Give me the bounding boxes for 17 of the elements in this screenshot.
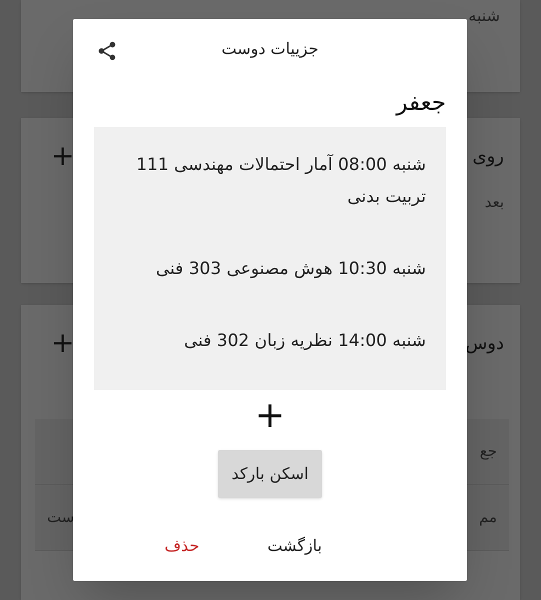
card-title: دوس — [465, 332, 504, 356]
scan-barcode-button[interactable]: اسکن بارکد — [218, 450, 322, 498]
add-button[interactable]: + — [254, 396, 286, 436]
table-cell-text: مم — [478, 507, 497, 528]
class-entry: شنبه 08:00 آمار احتمالات مهندسی 111 تربیت بدنی — [135, 153, 426, 209]
dialog-action-button[interactable]: حذف — [164, 534, 200, 558]
card-subtitle: بعد — [484, 193, 504, 211]
class-entry: شنبه 10:30 هوش مصنوعی 303 فنی — [154, 258, 426, 281]
table-cell-text: ست — [47, 507, 74, 528]
card-title: روی — [472, 144, 504, 168]
dialog-action-button[interactable]: بازگشت — [267, 534, 322, 558]
table-cell-text: جع — [480, 441, 497, 462]
friend-name: جعفر — [396, 88, 446, 118]
schedule-text: شنبه — [468, 6, 500, 25]
class-entry: شنبه 14:00 نظریه زبان 302 فنی — [182, 330, 426, 353]
dialog-title: جزییات دوست — [222, 38, 318, 60]
share-icon[interactable] — [96, 40, 118, 62]
